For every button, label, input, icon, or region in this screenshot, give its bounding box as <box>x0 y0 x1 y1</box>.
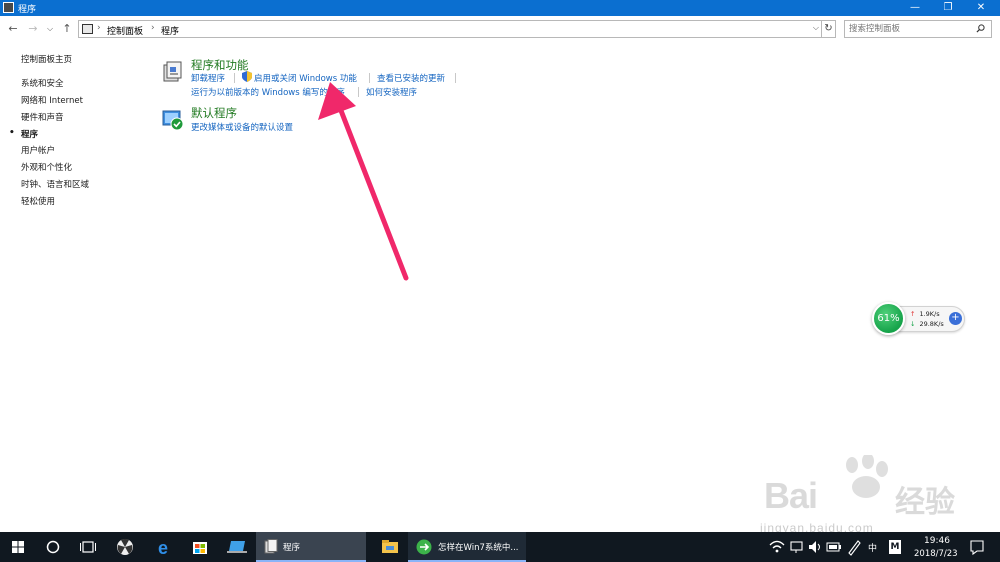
upload-arrow-icon: ↑ <box>910 310 916 318</box>
taskbar-app-programs[interactable]: 程序 <box>256 532 366 562</box>
svg-text:e: e <box>158 538 168 558</box>
run-older-programs-link[interactable]: 运行为以前版本的 Windows 编写的程序 <box>191 86 345 98</box>
start-button-icon[interactable] <box>0 532 36 562</box>
minimize-button[interactable]: — <box>900 0 930 16</box>
refresh-button[interactable]: ↻ <box>822 20 836 38</box>
restore-button[interactable]: ❐ <box>933 0 963 16</box>
download-speed: ↓ 29.8K/s <box>910 320 944 328</box>
wifi-icon[interactable] <box>768 532 786 562</box>
sidebar-item-appearance[interactable]: 外观和个性化 <box>21 161 72 173</box>
up-button[interactable]: ↑ <box>60 21 74 37</box>
network-monitor-icon[interactable] <box>788 532 806 562</box>
cortana-icon[interactable] <box>35 532 71 562</box>
view-installed-updates-link[interactable]: 查看已安装的更新 <box>377 72 445 84</box>
sidebar-item-clock-region[interactable]: 时钟、语言和区域 <box>21 178 89 190</box>
paw-icon <box>846 455 888 498</box>
taskbar: e 程序 怎样在Win7系统中... 中 M 19:46 2018/7/23 <box>0 532 1000 562</box>
task-view-icon[interactable] <box>70 532 106 562</box>
battery-icon[interactable] <box>825 532 843 562</box>
action-center-icon[interactable] <box>968 532 986 562</box>
title-bar: 程序 — ❐ ✕ <box>0 0 1000 16</box>
search-box[interactable] <box>844 20 992 38</box>
breadcrumb-separator: › <box>151 23 155 33</box>
upload-speed-value: 1.9K/s <box>919 310 940 318</box>
baidu-watermark: Bai 经验 jingyan.baidu.com <box>760 455 1000 535</box>
taskbar-app-browser[interactable]: 怎样在Win7系统中... <box>408 532 526 562</box>
fan-app-icon[interactable] <box>107 532 143 562</box>
network-speed-widget[interactable]: 61% ↑ 1.9K/s ↓ 29.8K/s + <box>872 302 965 338</box>
search-icon[interactable] <box>976 24 985 33</box>
taskbar-app-label: 怎样在Win7系统中... <box>438 543 519 553</box>
sidebar-item-ease-of-access[interactable]: 轻松使用 <box>21 195 55 207</box>
sidebar-item-label: 程序 <box>21 130 39 140</box>
sidebar-item-programs[interactable]: • 程序 <box>9 128 39 140</box>
download-speed-value: 29.8K/s <box>919 320 944 328</box>
sidebar-item-system-security[interactable]: 系统和安全 <box>21 77 64 89</box>
sidebar-item-control-panel-home[interactable]: 控制面板主页 <box>21 53 72 65</box>
pen-icon[interactable] <box>845 532 863 562</box>
change-media-defaults-link[interactable]: 更改媒体或设备的默认设置 <box>191 121 293 133</box>
sidebar-item-network[interactable]: 网络和 Internet <box>21 94 83 106</box>
programs-window-icon <box>264 539 278 554</box>
clock-date[interactable]: 2018/7/23 <box>914 549 958 559</box>
watermark-brand-cn: 经验 <box>895 485 955 520</box>
accelerate-button[interactable]: + <box>949 312 962 325</box>
link-divider <box>369 73 370 83</box>
volume-icon[interactable] <box>806 532 824 562</box>
back-button[interactable]: ← <box>6 21 20 37</box>
uac-shield-icon <box>242 71 252 82</box>
active-bullet: • <box>9 128 15 138</box>
watermark-brand: Bai <box>764 475 818 516</box>
forward-button[interactable]: → <box>26 21 40 37</box>
taskbar-app-label: 程序 <box>283 543 301 553</box>
link-divider <box>455 73 456 83</box>
sidebar-item-hardware-sound[interactable]: 硬件和声音 <box>21 111 64 123</box>
navigation-bar: ← → ⌵ ↑ › 控制面板 › 程序 ⌵ ↻ <box>0 17 1000 41</box>
window-title: 程序 <box>18 5 37 15</box>
upload-speed: ↑ 1.9K/s <box>910 310 940 318</box>
sidebar-item-user-accounts[interactable]: 用户帐户 <box>21 144 55 156</box>
browser-window-icon <box>416 539 432 555</box>
edge-browser-icon[interactable]: e <box>147 532 183 562</box>
address-bar[interactable]: › 控制面板 › 程序 ⌵ <box>78 20 822 38</box>
control-panel-icon <box>82 24 93 34</box>
default-programs-icon[interactable] <box>162 109 184 131</box>
ime-language-indicator[interactable]: 中 <box>868 541 877 554</box>
breadcrumb-separator: › <box>97 23 101 33</box>
how-to-install-link[interactable]: 如何安装程序 <box>366 86 417 98</box>
breadcrumb-control-panel[interactable]: 控制面板 <box>107 24 143 37</box>
uninstall-program-link[interactable]: 卸载程序 <box>191 72 225 84</box>
link-divider <box>234 73 235 83</box>
download-arrow-icon: ↓ <box>910 320 916 328</box>
ime-mode-indicator[interactable]: M <box>889 540 901 554</box>
programs-features-title[interactable]: 程序和功能 <box>191 57 249 73</box>
breadcrumb-programs[interactable]: 程序 <box>161 24 179 37</box>
close-button[interactable]: ✕ <box>966 0 996 16</box>
address-dropdown-icon[interactable]: ⌵ <box>813 23 819 33</box>
link-divider <box>358 87 359 97</box>
memory-usage-ball[interactable]: 61% <box>872 302 905 335</box>
control-panel-icon <box>3 2 14 13</box>
file-explorer-icon[interactable] <box>372 532 408 562</box>
search-input[interactable] <box>849 23 969 35</box>
default-programs-title[interactable]: 默认程序 <box>191 105 237 121</box>
laptop-app-icon[interactable] <box>219 532 255 562</box>
programs-features-icon[interactable] <box>162 61 184 83</box>
store-icon[interactable] <box>182 532 218 562</box>
turn-windows-features-link[interactable]: 启用或关闭 Windows 功能 <box>254 72 357 84</box>
clock-time[interactable]: 19:46 <box>924 536 950 546</box>
recent-locations-button[interactable]: ⌵ <box>43 21 57 37</box>
